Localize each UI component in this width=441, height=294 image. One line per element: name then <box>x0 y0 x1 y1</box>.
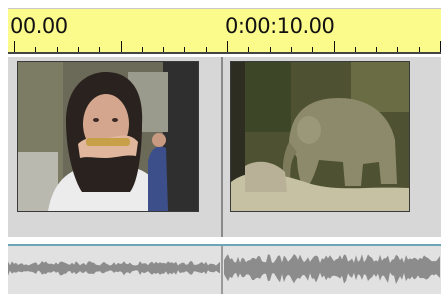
clip-thumbnail-elephant <box>231 62 409 211</box>
ruler-tick <box>312 47 313 52</box>
ruler-tick <box>206 47 207 52</box>
ruler-tick <box>78 47 79 52</box>
audio-track <box>8 244 441 294</box>
video-clip-2[interactable] <box>230 61 410 212</box>
timeline-editor: 00.00 0:00:10.00 <box>0 0 441 294</box>
ruler-tick <box>419 47 420 52</box>
ruler-tick <box>397 47 398 52</box>
video-clip-1[interactable] <box>17 61 199 212</box>
waveform-icon[interactable] <box>8 248 220 292</box>
ruler-tick <box>121 41 122 52</box>
ruler-tick <box>184 47 185 52</box>
ruler-tick <box>163 47 164 52</box>
time-ruler[interactable]: 00.00 0:00:10.00 <box>8 8 441 54</box>
ruler-label-start: 00.00 <box>10 14 68 38</box>
ruler-tick <box>57 47 58 52</box>
ruler-tick <box>142 47 143 52</box>
ruler-tick <box>248 47 249 52</box>
ruler-tick <box>270 47 271 52</box>
clip-thumbnail-woman-eating <box>18 62 198 211</box>
ruler-tick <box>334 41 335 52</box>
ruler-tick <box>376 47 377 52</box>
ruler-tick <box>227 41 228 52</box>
ruler-tick <box>14 41 15 52</box>
clip-separator[interactable] <box>221 57 223 237</box>
ruler-tick <box>355 47 356 52</box>
video-track <box>8 57 441 237</box>
ruler-tick <box>35 47 36 52</box>
waveform-icon[interactable] <box>224 248 441 292</box>
audio-clip-separator[interactable] <box>221 246 223 294</box>
ruler-label-mid: 0:00:10.00 <box>225 14 335 38</box>
ruler-tick <box>291 47 292 52</box>
ruler-tick <box>99 47 100 52</box>
